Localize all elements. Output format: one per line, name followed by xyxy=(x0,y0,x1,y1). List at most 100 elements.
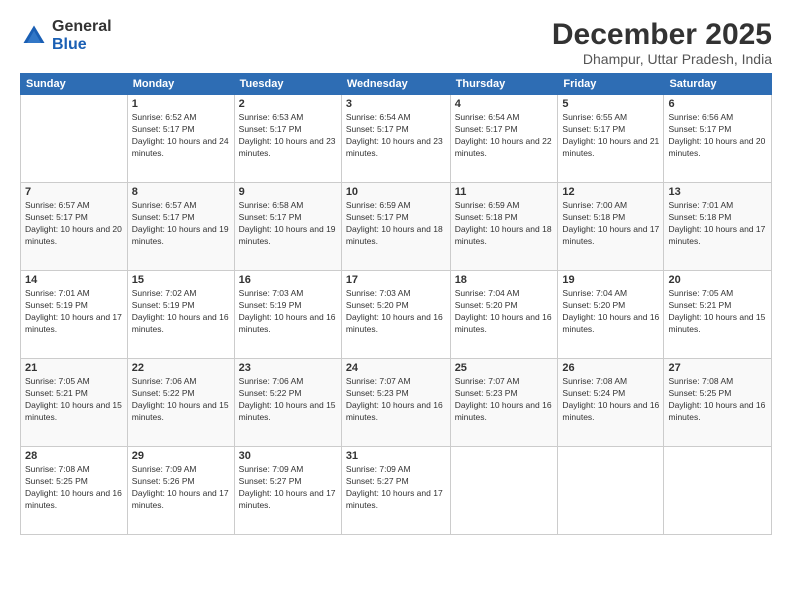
day-number: 5 xyxy=(562,98,659,110)
day-number: 7 xyxy=(25,186,123,198)
logo: General Blue xyxy=(20,18,112,53)
col-header-thursday: Thursday xyxy=(450,74,558,95)
calendar-cell: 9 Sunrise: 6:58 AM Sunset: 5:17 PM Daylig… xyxy=(234,183,341,271)
calendar-cell: 12 Sunrise: 7:00 AM Sunset: 5:18 PM Dayli… xyxy=(558,183,664,271)
logo-general: General xyxy=(52,18,112,36)
calendar-cell: 14Sunrise: 7:01 AM Sunset: 5:19 PM Dayli… xyxy=(21,271,128,359)
day-number: 1 xyxy=(132,98,230,110)
day-number: 11 xyxy=(455,186,554,198)
calendar-cell: 23Sunrise: 7:06 AM Sunset: 5:22 PM Dayli… xyxy=(234,359,341,447)
calendar-cell: 5 Sunrise: 6:55 AM Sunset: 5:17 PM Daylig… xyxy=(558,95,664,183)
day-number: 6 xyxy=(668,98,767,110)
calendar-cell: 4Sunrise: 6:54 AM Sunset: 5:17 PM Daylig… xyxy=(450,95,558,183)
col-header-saturday: Saturday xyxy=(664,74,772,95)
cell-info: Sunrise: 7:01 AM Sunset: 5:19 PM Dayligh… xyxy=(25,288,123,336)
cell-info: Sunrise: 7:05 AM Sunset: 5:21 PM Dayligh… xyxy=(668,288,767,336)
calendar-cell: 24 Sunrise: 7:07 AM Sunset: 5:23 PM Dayli… xyxy=(341,359,450,447)
day-number: 10 xyxy=(346,186,446,198)
day-number: 26 xyxy=(562,362,659,374)
month-title: December 2025 xyxy=(552,18,772,51)
calendar-cell: 11Sunrise: 6:59 AM Sunset: 5:18 PM Dayli… xyxy=(450,183,558,271)
day-number: 13 xyxy=(668,186,767,198)
day-number: 24 xyxy=(346,362,446,374)
cell-info: Sunrise: 7:03 AM Sunset: 5:19 PM Dayligh… xyxy=(239,288,337,336)
header: General Blue December 2025 Dhampur, Utta… xyxy=(20,18,772,67)
calendar-cell xyxy=(450,447,558,535)
day-number: 2 xyxy=(239,98,337,110)
calendar-cell: 29Sunrise: 7:09 AM Sunset: 5:26 PM Dayli… xyxy=(127,447,234,535)
calendar-cell: 21 Sunrise: 7:05 AM Sunset: 5:21 PM Dayli… xyxy=(21,359,128,447)
calendar-cell: 8 Sunrise: 6:57 AM Sunset: 5:17 PM Daylig… xyxy=(127,183,234,271)
calendar-cell: 19Sunrise: 7:04 AM Sunset: 5:20 PM Dayli… xyxy=(558,271,664,359)
cell-info: Sunrise: 7:09 AM Sunset: 5:27 PM Dayligh… xyxy=(239,464,337,512)
cell-info: Sunrise: 7:09 AM Sunset: 5:26 PM Dayligh… xyxy=(132,464,230,512)
cell-info: Sunrise: 7:08 AM Sunset: 5:25 PM Dayligh… xyxy=(25,464,123,512)
calendar-cell: 31Sunrise: 7:09 AM Sunset: 5:27 PM Dayli… xyxy=(341,447,450,535)
cell-info: Sunrise: 7:01 AM Sunset: 5:18 PM Dayligh… xyxy=(668,200,767,248)
cell-info: Sunrise: 6:55 AM Sunset: 5:17 PM Dayligh… xyxy=(562,112,659,160)
calendar-header-row: SundayMondayTuesdayWednesdayThursdayFrid… xyxy=(21,74,772,95)
calendar-cell: 27 Sunrise: 7:08 AM Sunset: 5:25 PM Dayli… xyxy=(664,359,772,447)
day-number: 17 xyxy=(346,274,446,286)
day-number: 9 xyxy=(239,186,337,198)
day-number: 30 xyxy=(239,450,337,462)
calendar-cell: 17 Sunrise: 7:03 AM Sunset: 5:20 PM Dayli… xyxy=(341,271,450,359)
week-row-2: 7 Sunrise: 6:57 AM Sunset: 5:17 PM Daylig… xyxy=(21,183,772,271)
calendar-cell: 15Sunrise: 7:02 AM Sunset: 5:19 PM Dayli… xyxy=(127,271,234,359)
cell-info: Sunrise: 7:06 AM Sunset: 5:22 PM Dayligh… xyxy=(239,376,337,424)
cell-info: Sunrise: 7:04 AM Sunset: 5:20 PM Dayligh… xyxy=(455,288,554,336)
cell-info: Sunrise: 6:59 AM Sunset: 5:17 PM Dayligh… xyxy=(346,200,446,248)
logo-text: General Blue xyxy=(52,18,112,53)
cell-info: Sunrise: 6:57 AM Sunset: 5:17 PM Dayligh… xyxy=(132,200,230,248)
cell-info: Sunrise: 7:06 AM Sunset: 5:22 PM Dayligh… xyxy=(132,376,230,424)
calendar-cell: 13 Sunrise: 7:01 AM Sunset: 5:18 PM Dayli… xyxy=(664,183,772,271)
cell-info: Sunrise: 6:56 AM Sunset: 5:17 PM Dayligh… xyxy=(668,112,767,160)
cell-info: Sunrise: 7:05 AM Sunset: 5:21 PM Dayligh… xyxy=(25,376,123,424)
day-number: 31 xyxy=(346,450,446,462)
day-number: 20 xyxy=(668,274,767,286)
day-number: 28 xyxy=(25,450,123,462)
week-row-5: 28 Sunrise: 7:08 AM Sunset: 5:25 PM Dayli… xyxy=(21,447,772,535)
calendar-cell: 10 Sunrise: 6:59 AM Sunset: 5:17 PM Dayli… xyxy=(341,183,450,271)
cell-info: Sunrise: 6:52 AM Sunset: 5:17 PM Dayligh… xyxy=(132,112,230,160)
logo-blue: Blue xyxy=(52,36,112,54)
location-subtitle: Dhampur, Uttar Pradesh, India xyxy=(552,51,772,67)
col-header-wednesday: Wednesday xyxy=(341,74,450,95)
cell-info: Sunrise: 6:53 AM Sunset: 5:17 PM Dayligh… xyxy=(239,112,337,160)
calendar-cell: 2 Sunrise: 6:53 AM Sunset: 5:17 PM Daylig… xyxy=(234,95,341,183)
cell-info: Sunrise: 6:58 AM Sunset: 5:17 PM Dayligh… xyxy=(239,200,337,248)
calendar-cell: 16 Sunrise: 7:03 AM Sunset: 5:19 PM Dayli… xyxy=(234,271,341,359)
cell-info: Sunrise: 7:08 AM Sunset: 5:25 PM Dayligh… xyxy=(668,376,767,424)
day-number: 16 xyxy=(239,274,337,286)
day-number: 22 xyxy=(132,362,230,374)
cell-info: Sunrise: 6:54 AM Sunset: 5:17 PM Dayligh… xyxy=(455,112,554,160)
cell-info: Sunrise: 7:07 AM Sunset: 5:23 PM Dayligh… xyxy=(455,376,554,424)
cell-info: Sunrise: 7:07 AM Sunset: 5:23 PM Dayligh… xyxy=(346,376,446,424)
day-number: 18 xyxy=(455,274,554,286)
week-row-1: 1 Sunrise: 6:52 AM Sunset: 5:17 PM Daylig… xyxy=(21,95,772,183)
calendar-cell: 26Sunrise: 7:08 AM Sunset: 5:24 PM Dayli… xyxy=(558,359,664,447)
cell-info: Sunrise: 7:00 AM Sunset: 5:18 PM Dayligh… xyxy=(562,200,659,248)
calendar-cell: 6 Sunrise: 6:56 AM Sunset: 5:17 PM Daylig… xyxy=(664,95,772,183)
day-number: 27 xyxy=(668,362,767,374)
week-row-3: 14Sunrise: 7:01 AM Sunset: 5:19 PM Dayli… xyxy=(21,271,772,359)
calendar-cell: 3 Sunrise: 6:54 AM Sunset: 5:17 PM Daylig… xyxy=(341,95,450,183)
calendar-cell: 25 Sunrise: 7:07 AM Sunset: 5:23 PM Dayli… xyxy=(450,359,558,447)
calendar-cell xyxy=(21,95,128,183)
page: General Blue December 2025 Dhampur, Utta… xyxy=(0,0,792,612)
col-header-monday: Monday xyxy=(127,74,234,95)
day-number: 8 xyxy=(132,186,230,198)
calendar-cell: 20 Sunrise: 7:05 AM Sunset: 5:21 PM Dayli… xyxy=(664,271,772,359)
week-row-4: 21 Sunrise: 7:05 AM Sunset: 5:21 PM Dayli… xyxy=(21,359,772,447)
calendar-cell: 18 Sunrise: 7:04 AM Sunset: 5:20 PM Dayli… xyxy=(450,271,558,359)
day-number: 3 xyxy=(346,98,446,110)
calendar-cell: 1 Sunrise: 6:52 AM Sunset: 5:17 PM Daylig… xyxy=(127,95,234,183)
cell-info: Sunrise: 6:57 AM Sunset: 5:17 PM Dayligh… xyxy=(25,200,123,248)
calendar-cell xyxy=(558,447,664,535)
cell-info: Sunrise: 6:54 AM Sunset: 5:17 PM Dayligh… xyxy=(346,112,446,160)
day-number: 21 xyxy=(25,362,123,374)
calendar-cell: 28 Sunrise: 7:08 AM Sunset: 5:25 PM Dayli… xyxy=(21,447,128,535)
day-number: 25 xyxy=(455,362,554,374)
cell-info: Sunrise: 7:03 AM Sunset: 5:20 PM Dayligh… xyxy=(346,288,446,336)
day-number: 12 xyxy=(562,186,659,198)
